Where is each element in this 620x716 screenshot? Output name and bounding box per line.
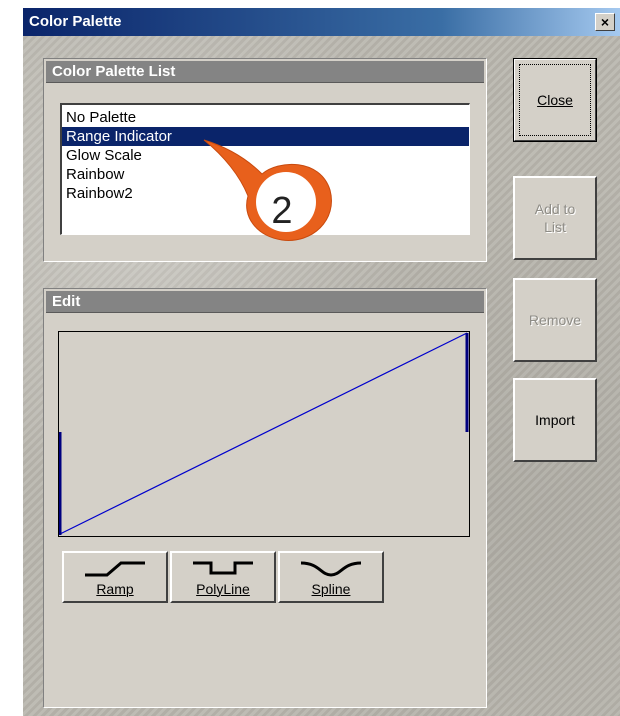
- palette-list-header: Color Palette List: [46, 61, 484, 83]
- color-palette-dialog: Color Palette × Color Palette List No Pa…: [22, 8, 620, 716]
- ramp-button[interactable]: Ramp: [62, 551, 168, 603]
- import-button[interactable]: Import: [513, 378, 597, 462]
- ramp-curve-icon: [85, 561, 145, 577]
- callout-number: 2: [271, 190, 293, 232]
- edit-header: Edit: [46, 291, 484, 313]
- spline-button[interactable]: Spline: [278, 551, 384, 603]
- close-window-button[interactable]: ×: [595, 13, 615, 31]
- window-title: Color Palette: [29, 13, 122, 30]
- add-to-list-label: Add to List: [534, 201, 576, 235]
- title-bar: Color Palette ×: [23, 8, 620, 36]
- focus-rectangle: [519, 64, 591, 136]
- curve-line: [59, 332, 468, 535]
- spline-curve-icon: [300, 561, 362, 577]
- remove-label: Remove: [528, 312, 582, 328]
- add-to-list-button[interactable]: Add to List: [513, 176, 597, 260]
- polyline-label: PolyLine: [196, 581, 250, 597]
- polyline-curve-icon: [193, 561, 253, 575]
- curve-canvas: [59, 332, 469, 535]
- palette-curve-graph[interactable]: [58, 331, 470, 537]
- polyline-button[interactable]: PolyLine: [170, 551, 276, 603]
- ramp-label: Ramp: [96, 581, 134, 597]
- close-button[interactable]: Close: [513, 58, 597, 142]
- spline-label: Spline: [311, 581, 351, 597]
- remove-button[interactable]: Remove: [513, 278, 597, 362]
- import-label: Import: [535, 412, 575, 428]
- edit-group: Edit Ramp PolyLine Spline: [43, 288, 487, 708]
